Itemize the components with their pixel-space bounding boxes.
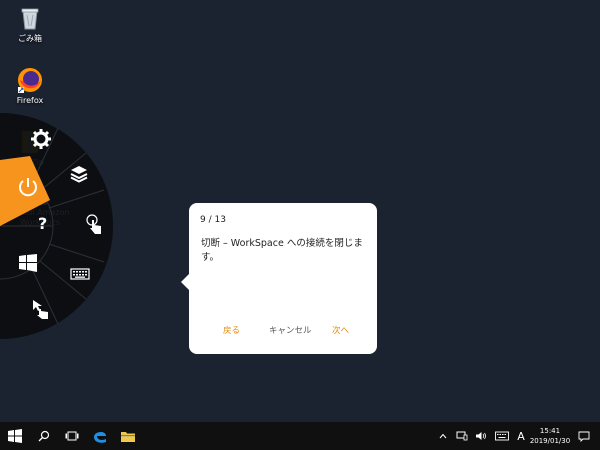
- file-explorer-button[interactable]: [114, 422, 142, 450]
- chevron-up-icon: [439, 433, 447, 439]
- task-view-button[interactable]: [58, 422, 86, 450]
- firefox-icon: [16, 66, 44, 94]
- desktop-icon-label: WinZip: [16, 158, 44, 167]
- tooltip-pointer: [181, 274, 189, 290]
- clock-time: 15:41: [539, 427, 561, 435]
- step-counter: 9 / 13: [200, 215, 226, 225]
- mouse-pointer-icon: [33, 300, 48, 319]
- layers-icon: [70, 166, 88, 183]
- edge-button[interactable]: [86, 422, 114, 450]
- windows-logo-icon: [19, 254, 37, 272]
- radial-item-help[interactable]: ?: [38, 215, 54, 233]
- radial-item-keyboard[interactable]: [70, 267, 90, 281]
- radial-item-power[interactable]: [16, 175, 40, 199]
- cancel-button[interactable]: キャンセル: [269, 324, 312, 336]
- clock-date: 2019/01/30: [529, 437, 571, 445]
- desktop-icon-recycle-bin[interactable]: ごみ箱: [0, 4, 60, 44]
- radial-item-mouse-pointer[interactable]: [30, 298, 52, 320]
- radial-item-windows[interactable]: [18, 253, 38, 273]
- keyboard-icon: [495, 431, 509, 441]
- question-icon: ?: [38, 214, 48, 233]
- tour-tooltip-dialog: 9 / 13 切断 – WorkSpace への接続を閉じます。 戻る キャンセ…: [181, 203, 377, 354]
- next-button[interactable]: 次へ: [332, 324, 349, 336]
- desktop-icon-firefox[interactable]: Firefox: [0, 66, 60, 106]
- start-button[interactable]: [0, 422, 30, 450]
- search-icon: [38, 430, 50, 442]
- task-view-icon: [65, 431, 79, 441]
- folder-icon: [121, 432, 135, 442]
- recycle-bin-icon: [16, 4, 44, 32]
- gear-icon: [31, 129, 51, 149]
- ime-indicator[interactable]: A: [514, 422, 528, 450]
- desktop-icon-label: ごみ箱: [18, 34, 42, 43]
- desktop-icon-label: Firefox: [16, 96, 44, 105]
- search-button[interactable]: [30, 422, 58, 450]
- touch-gesture-icon: [86, 214, 101, 234]
- device-monitor-icon: [456, 431, 468, 441]
- tooltip-message: 切断 – WorkSpace への接続を閉じます。: [201, 238, 363, 263]
- power-icon: [19, 178, 37, 197]
- action-center-button[interactable]: [574, 422, 594, 450]
- volume-button[interactable]: [472, 422, 490, 450]
- notification-icon: [578, 431, 590, 442]
- tray-device-button[interactable]: [454, 422, 470, 450]
- radial-item-settings[interactable]: [30, 128, 52, 150]
- speaker-icon: [476, 432, 486, 440]
- radial-item-touch[interactable]: [84, 213, 106, 235]
- touch-keyboard-button[interactable]: [494, 422, 510, 450]
- radial-item-layers[interactable]: [69, 164, 89, 184]
- back-button[interactable]: 戻る: [223, 324, 240, 336]
- taskbar: A 15:41 2019/01/30: [0, 422, 600, 450]
- clock[interactable]: 15:41 2019/01/30: [528, 426, 572, 446]
- show-hidden-icons[interactable]: [436, 422, 450, 450]
- windows-start-icon: [8, 429, 22, 443]
- keyboard-icon: [70, 268, 90, 280]
- edge-icon: [94, 431, 106, 443]
